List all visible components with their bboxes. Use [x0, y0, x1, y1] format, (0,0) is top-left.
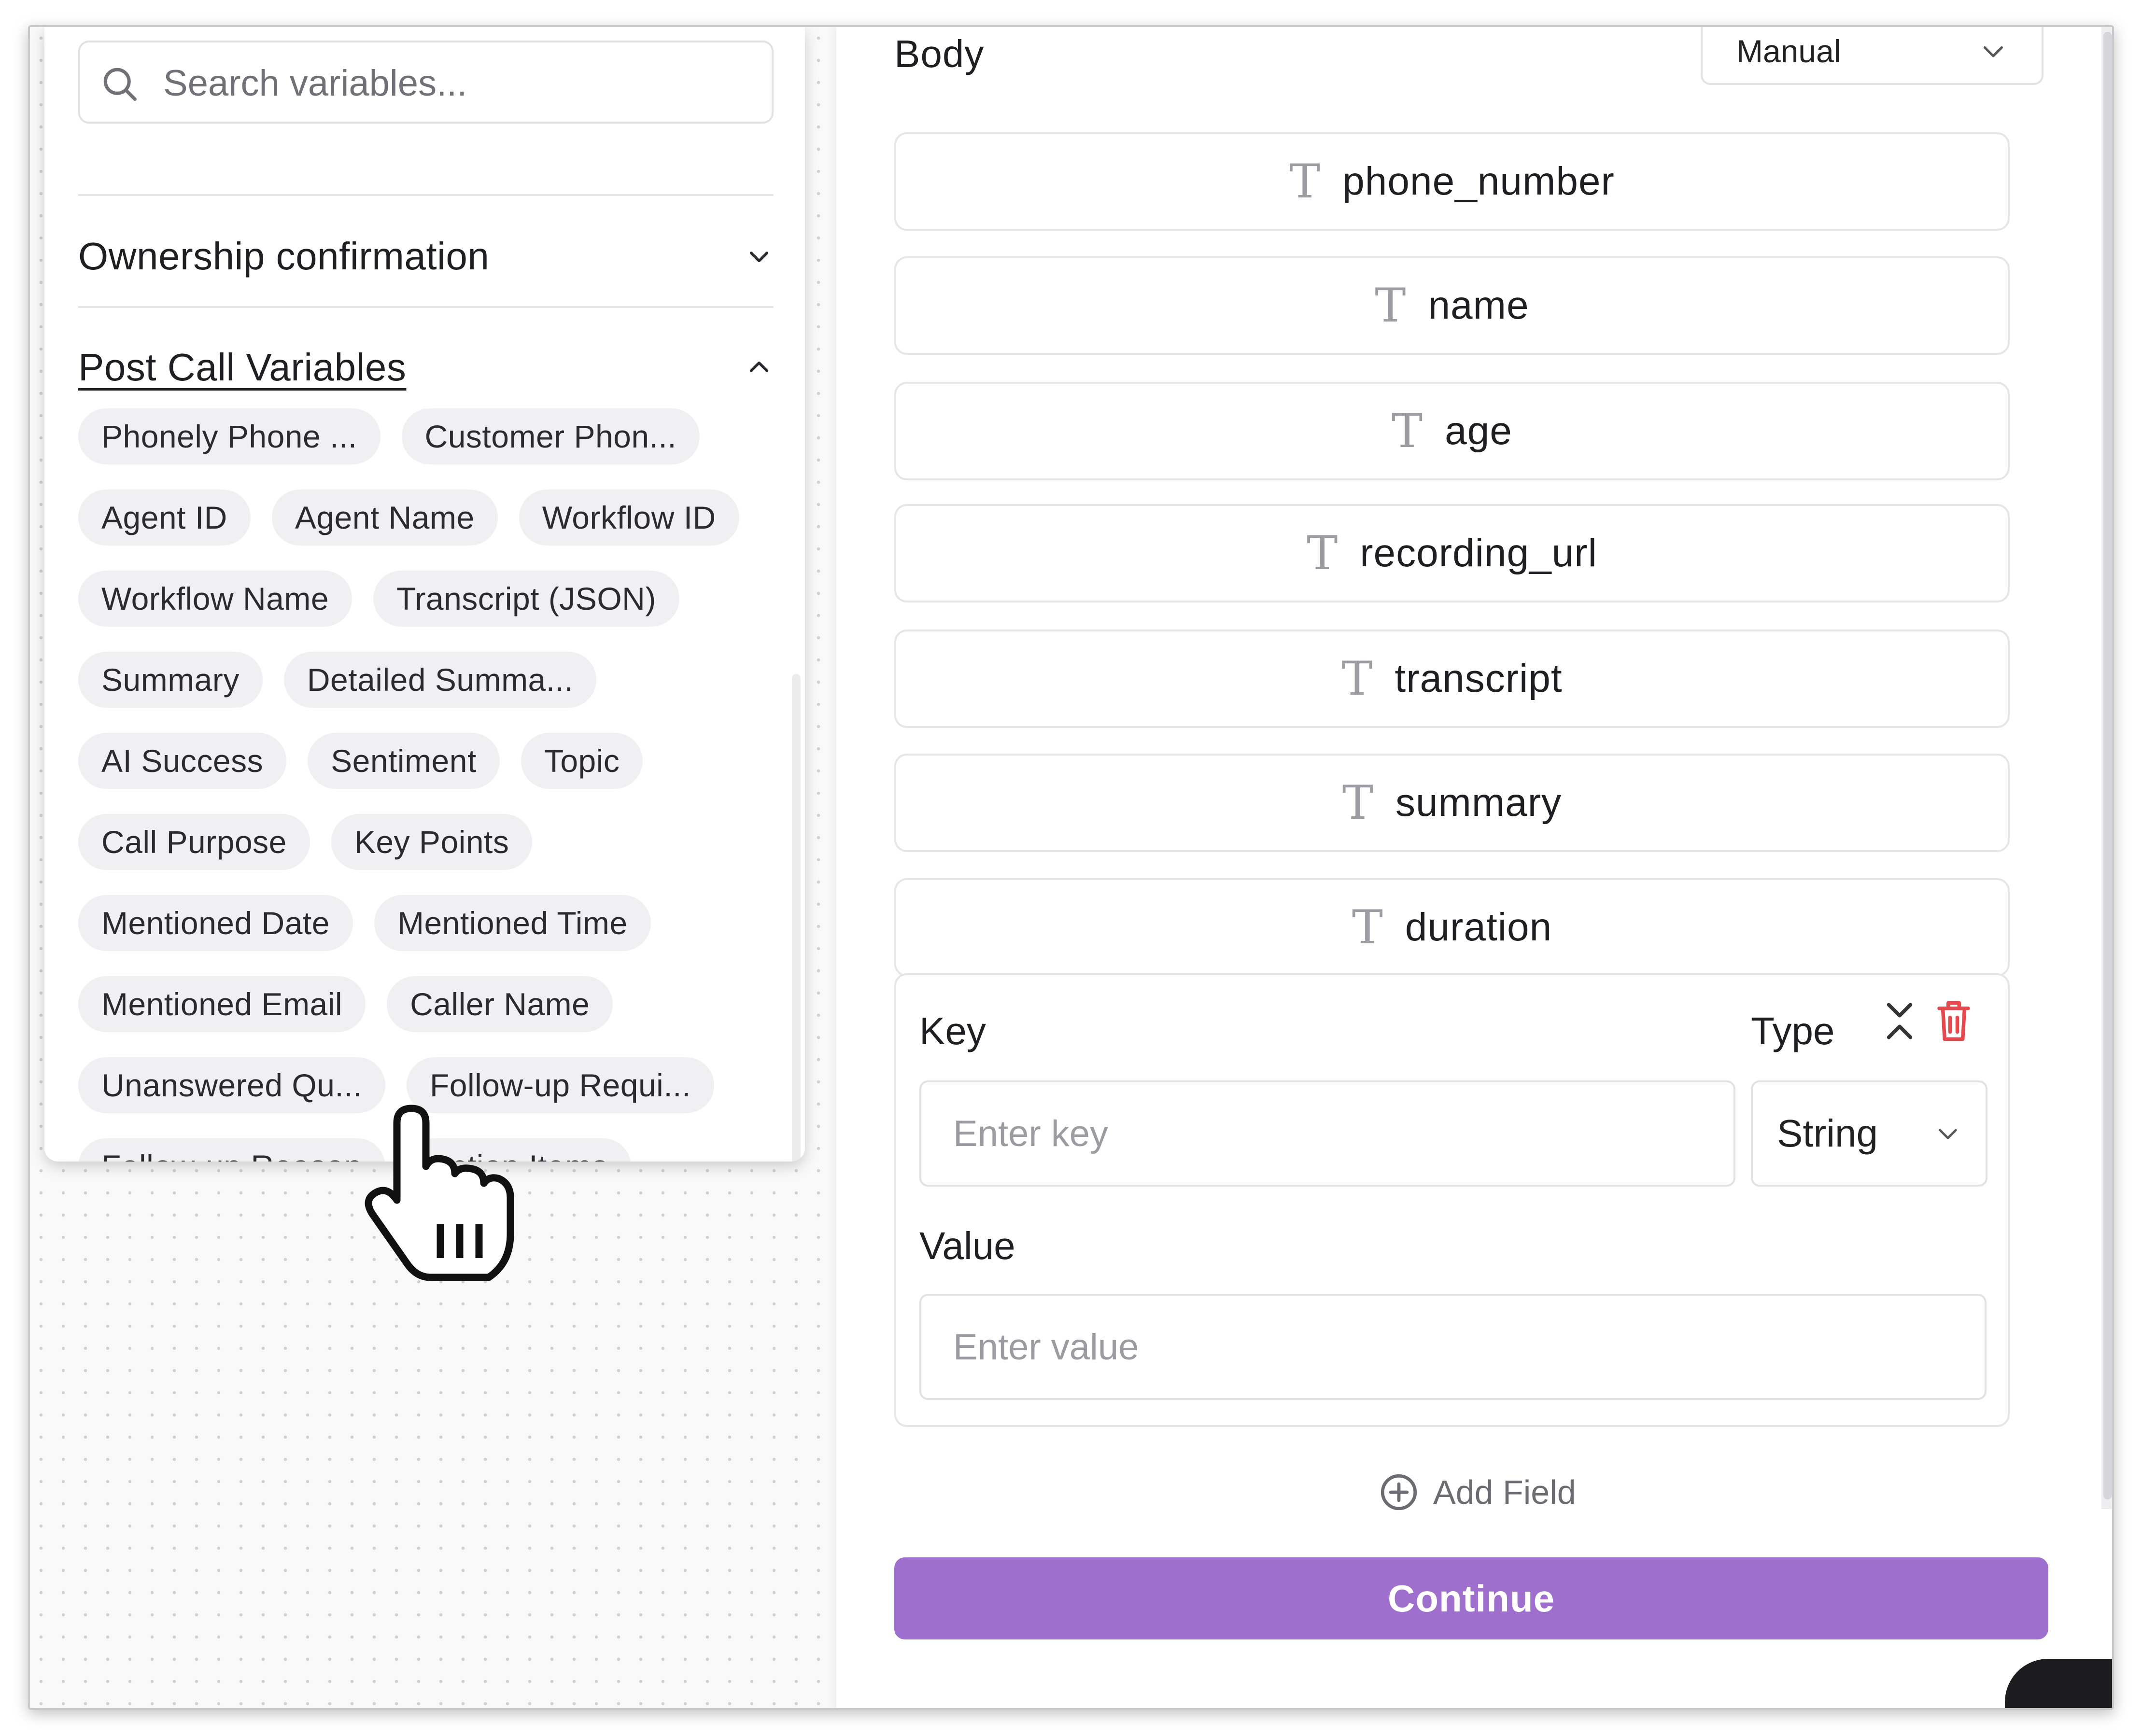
search-input[interactable] — [162, 56, 744, 110]
variable-chip[interactable]: Topic — [521, 733, 643, 789]
variable-chip[interactable]: Customer Phon... — [401, 408, 700, 464]
chip-row: Workflow Name Transcript (JSON) — [78, 571, 783, 627]
add-field-label: Add Field — [1433, 1473, 1576, 1511]
body-mode-value: Manual — [1736, 33, 1841, 69]
chip-row: Agent ID Agent Name Workflow ID — [78, 490, 783, 546]
body-field-item[interactable]: Tphone_number — [894, 132, 2010, 231]
section-post-call-variables[interactable]: Post Call Variables — [78, 338, 774, 396]
variable-chip-list: Phonely Phone ... Customer Phon... Agent I… — [78, 408, 783, 1162]
variable-chip[interactable]: Transcript (JSON) — [373, 571, 679, 627]
variable-chip[interactable]: Mentioned Time — [374, 895, 651, 951]
chip-row: AI Success Sentiment Topic — [78, 733, 783, 789]
body-field-name: summary — [1395, 781, 1562, 825]
text-type-icon: T — [1392, 404, 1423, 458]
text-type-icon: T — [1352, 900, 1383, 954]
body-field-name: transcript — [1395, 657, 1563, 700]
variable-chip[interactable]: Phonely Phone ... — [78, 408, 380, 464]
body-label: Body — [894, 32, 985, 75]
type-value: String — [1777, 1112, 1878, 1155]
text-type-icon: T — [1341, 652, 1373, 706]
app-window: Ownership confirmation Post Call Variabl… — [28, 25, 2114, 1710]
body-field-item[interactable]: Ttranscript — [894, 630, 2010, 728]
scrollbar-thumb[interactable] — [2103, 32, 2112, 1499]
section-title: Ownership confirmation — [78, 235, 490, 278]
chevron-up-icon[interactable] — [745, 353, 774, 382]
variable-chip[interactable]: Sentiment — [308, 733, 500, 789]
variable-chip[interactable]: Call Purpose — [78, 814, 310, 870]
ask-ai-button[interactable]: ASK AI — [2005, 1659, 2112, 1708]
text-type-icon: T — [1307, 526, 1338, 580]
chip-row: Mentioned Date Mentioned Time — [78, 895, 783, 951]
trash-icon[interactable] — [1934, 999, 1973, 1045]
chevron-down-icon — [1939, 1129, 1957, 1139]
divider — [78, 194, 774, 196]
variable-chip[interactable]: Summary — [78, 652, 263, 708]
text-type-icon: T — [1289, 154, 1321, 209]
chevron-down-icon — [1984, 46, 2003, 57]
body-field-item[interactable]: Tduration — [894, 878, 2010, 977]
variable-chip[interactable]: Follow-up Reason — [78, 1138, 385, 1162]
variable-chip[interactable]: Agent ID — [78, 490, 251, 546]
add-field-button[interactable]: Add Field — [1377, 1470, 1576, 1514]
chip-row: Mentioned Email Caller Name — [78, 976, 783, 1032]
section-title: Post Call Variables — [78, 346, 407, 389]
plus-circle-icon — [1381, 1474, 1417, 1511]
collapse-icon[interactable] — [1881, 999, 1918, 1045]
panel-scrollbar[interactable] — [792, 674, 801, 1162]
text-type-icon: T — [1342, 776, 1373, 830]
right-scrollbar[interactable] — [2101, 27, 2112, 1509]
divider — [78, 306, 774, 308]
body-field-name: phone_number — [1342, 159, 1615, 203]
variable-chip[interactable]: Key Points — [331, 814, 533, 870]
variable-chip[interactable]: Mentioned Email — [78, 976, 366, 1032]
chip-row: Call Purpose Key Points — [78, 814, 783, 870]
chip-row: Phonely Phone ... Customer Phon... — [78, 408, 783, 464]
chevron-down-icon[interactable] — [745, 242, 774, 271]
body-field-item[interactable]: Tsummary — [894, 754, 2010, 852]
variable-chip[interactable]: Workflow ID — [519, 490, 739, 546]
chip-row: Summary Detailed Summa... — [78, 652, 783, 708]
body-field-name: duration — [1405, 905, 1552, 949]
body-field-name: age — [1445, 409, 1512, 453]
text-type-icon: T — [1375, 279, 1406, 333]
body-field-name: recording_url — [1360, 531, 1597, 575]
key-input[interactable] — [919, 1080, 1735, 1187]
key-label: Key — [919, 1009, 986, 1052]
continue-button[interactable]: Continue — [894, 1557, 2048, 1639]
workflow-canvas[interactable]: Ownership confirmation Post Call Variabl… — [30, 27, 836, 1708]
variable-chip[interactable]: Agent Name — [271, 490, 498, 546]
search-icon — [103, 68, 137, 101]
search-box[interactable] — [78, 41, 774, 124]
body-field-item[interactable]: Tname — [894, 256, 2010, 355]
variable-chip[interactable]: AI Success — [78, 733, 287, 789]
variable-chip[interactable]: Caller Name — [387, 976, 613, 1032]
variable-chip[interactable]: Detailed Summa... — [283, 652, 597, 708]
variable-chip[interactable]: Unanswered Qu... — [78, 1057, 385, 1113]
body-field-name: name — [1428, 283, 1529, 327]
variables-panel: Ownership confirmation Post Call Variabl… — [44, 27, 805, 1162]
variable-chip[interactable]: Workflow Name — [78, 571, 352, 627]
body-mode-select[interactable]: Manual — [1701, 27, 2043, 85]
type-label: Type — [1751, 1009, 1835, 1052]
value-input[interactable] — [919, 1294, 1987, 1400]
section-ownership-confirmation[interactable]: Ownership confirmation — [78, 227, 774, 285]
body-field-item[interactable]: Trecording_url — [894, 504, 2010, 602]
pointer-hand-icon — [363, 1104, 522, 1289]
value-label: Value — [919, 1224, 1015, 1267]
body-field-item[interactable]: Tage — [894, 382, 2010, 480]
variable-chip[interactable]: Mentioned Date — [78, 895, 353, 951]
type-select[interactable]: String — [1751, 1080, 1987, 1187]
http-request-config: Body Manual Tphone_number Tname Tage Trecor… — [836, 27, 2112, 1708]
new-field-card: Key Type String Value — [894, 973, 2010, 1427]
